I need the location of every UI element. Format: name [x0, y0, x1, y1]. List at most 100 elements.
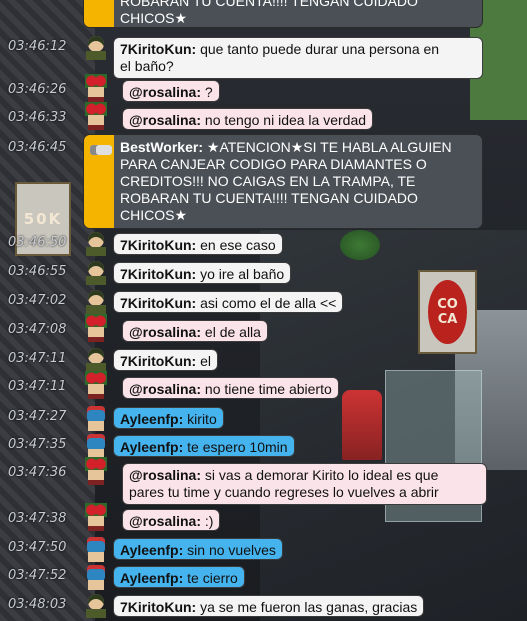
fragment-line1: ROBARAN TU CUENTA!!!! TENGAN CUIDADO	[120, 0, 418, 9]
chat-row[interactable]: 03:47:11 @rosalina: no tiene time abiert…	[0, 371, 527, 399]
message-text: asi como el de alla <<	[200, 295, 337, 311]
chat-bubble[interactable]: 7KiritoKun: en ese caso	[113, 233, 283, 255]
username[interactable]: 7KiritoKun:	[120, 353, 196, 369]
chat-bubble[interactable]: Ayleenfp: kirito	[113, 407, 224, 429]
username[interactable]: 7KiritoKun:	[120, 266, 196, 282]
message-text: sin no vuelves	[187, 542, 276, 558]
timestamp: 03:47:52	[8, 568, 67, 583]
message-text: ★ATENCION★SI TE HABLA ALGUIEN	[206, 139, 452, 155]
timestamp: 03:46:50	[8, 235, 67, 250]
avatar[interactable]	[82, 102, 110, 130]
chat-bubble[interactable]: Ayleenfp: sin no vuelves	[113, 538, 283, 560]
username[interactable]: @rosalina:	[129, 324, 201, 340]
chat-row[interactable]: 03:47:50 Ayleenfp: sin no vuelves	[0, 535, 527, 563]
message-text-3: CREDITOS!!! NO CAIGAS EN LA TRAMPA, TE	[120, 173, 416, 189]
avatar[interactable]	[82, 591, 110, 619]
avatar[interactable]	[82, 404, 110, 432]
username[interactable]: Ayleenfp:	[120, 411, 183, 427]
chat-bubble[interactable]: 7KiritoKun: asi como el de alla <<	[113, 291, 344, 313]
avatar[interactable]	[82, 535, 110, 563]
timestamp: 03:47:11	[8, 351, 67, 366]
message-text-2: pares tu time y cuando regreses lo vuelv…	[129, 484, 439, 500]
chat-bubble[interactable]: 7KiritoKun: que tanto puede durar una pe…	[113, 37, 483, 79]
chat-row[interactable]: 03:47:02 7KiritoKun: asi como el de alla…	[0, 290, 527, 314]
username[interactable]: BestWorker:	[120, 139, 203, 155]
message-text-5: CHICOS★	[120, 207, 187, 223]
avatar[interactable]	[82, 432, 110, 460]
chat-row[interactable]: 03:47:52 Ayleenfp: te cierro	[0, 563, 527, 591]
avatar[interactable]	[82, 345, 110, 373]
avatar[interactable]	[82, 33, 110, 61]
chat-row[interactable]: 03:47:36 @rosalina: si vas a demorar Kir…	[0, 457, 527, 505]
chat-bubble[interactable]: @rosalina: no tiene time abierto	[122, 377, 339, 399]
chat-bubble[interactable]: 7KiritoKun: ya se me fueron las ganas, g…	[113, 595, 425, 617]
avatar[interactable]	[82, 258, 110, 286]
chat-row[interactable]: 03:46:26 @rosalina: ?	[0, 74, 527, 102]
username[interactable]: @rosalina:	[129, 381, 201, 397]
avatar[interactable]	[82, 563, 110, 591]
timestamp: 03:46:55	[8, 264, 67, 279]
message-text-2: el baño?	[120, 58, 174, 74]
message-text: el de alla	[204, 324, 261, 340]
worker-icon	[88, 139, 114, 163]
avatar[interactable]	[82, 74, 110, 102]
message-text: no tiene time abierto	[204, 381, 332, 397]
message-text: te espero 10min	[187, 439, 288, 455]
message-text: no tengo ni idea la verdad	[204, 112, 367, 128]
username[interactable]: 7KiritoKun:	[120, 599, 196, 615]
chat-bubble[interactable]: Ayleenfp: te espero 10min	[113, 435, 295, 457]
username[interactable]: @rosalina:	[129, 84, 201, 100]
message-text: kirito	[187, 411, 217, 427]
username[interactable]: 7KiritoKun:	[120, 237, 196, 253]
username[interactable]: @rosalina:	[129, 467, 201, 483]
system-message[interactable]: BestWorker: ★ATENCION★SI TE HABLA ALGUIE…	[83, 134, 483, 229]
message-text: ?	[204, 84, 213, 100]
chat-row[interactable]: 03:46:33 @rosalina: no tengo ni idea la …	[0, 102, 527, 130]
fragment-line2: CHICOS★	[120, 10, 187, 26]
username[interactable]: @rosalina:	[129, 112, 201, 128]
chat-row[interactable]: 03:46:50 7KiritoKun: en ese caso	[0, 232, 527, 256]
username[interactable]: Ayleenfp:	[120, 439, 183, 455]
chat-row[interactable]: 03:46:12 7KiritoKun: que tanto puede dur…	[0, 36, 527, 79]
avatar[interactable]	[82, 503, 110, 531]
chat-row[interactable]: 03:47:27 Ayleenfp: kirito	[0, 404, 527, 432]
chat-bubble[interactable]: @rosalina: :)	[122, 509, 221, 531]
username[interactable]: Ayleenfp:	[120, 570, 183, 586]
avatar[interactable]	[82, 287, 110, 315]
timestamp: 03:47:36	[8, 465, 67, 480]
timestamp: 03:47:35	[8, 437, 67, 452]
timestamp: 03:47:38	[8, 511, 67, 526]
username[interactable]: @rosalina:	[129, 513, 201, 529]
chat-row[interactable]: 03:47:11 7KiritoKun: el	[0, 348, 527, 372]
avatar[interactable]	[82, 229, 110, 257]
chat-row[interactable]: 03:47:08 @rosalina: el de alla	[0, 314, 527, 342]
chat-bubble[interactable]: Ayleenfp: te cierro	[113, 566, 245, 588]
timestamp: 03:46:12	[8, 39, 67, 54]
message-text: :)	[204, 513, 214, 529]
message-text-4: ROBARAN TU CUENTA!!!! TENGAN CUIDADO	[120, 190, 418, 206]
message-text: el	[200, 353, 212, 369]
username[interactable]: Ayleenfp:	[120, 542, 183, 558]
chat-bubble[interactable]: @rosalina: ?	[122, 80, 220, 102]
system-message-fragment[interactable]: ROBARAN TU CUENTA!!!! TENGAN CUIDADO CHI…	[83, 0, 483, 28]
message-text: en ese caso	[200, 237, 276, 253]
timestamp: 03:47:08	[8, 322, 67, 337]
timestamp: 03:46:26	[8, 82, 67, 97]
chat-bubble[interactable]: @rosalina: el de alla	[122, 320, 268, 342]
chat-bubble[interactable]: 7KiritoKun: el	[113, 349, 219, 371]
avatar[interactable]	[82, 314, 110, 342]
username[interactable]: 7KiritoKun:	[120, 295, 196, 311]
chat-row[interactable]: 03:47:38 @rosalina: :)	[0, 503, 527, 531]
chat-bubble[interactable]: @rosalina: si vas a demorar Kirito lo id…	[122, 463, 487, 505]
avatar[interactable]	[82, 371, 110, 399]
chat-row[interactable]: 03:47:35 Ayleenfp: te espero 10min	[0, 432, 527, 460]
chat-row[interactable]: 03:46:55 7KiritoKun: yo ire al baño	[0, 261, 527, 285]
timestamp: 03:47:11	[8, 379, 67, 394]
username[interactable]: 7KiritoKun:	[120, 41, 196, 57]
chat-bubble[interactable]: 7KiritoKun: yo ire al baño	[113, 262, 292, 284]
message-text: yo ire al baño	[200, 266, 285, 282]
timestamp: 03:47:50	[8, 540, 67, 555]
chat-row[interactable]: 03:48:03 7KiritoKun: ya se me fueron las…	[0, 594, 527, 618]
chat-bubble[interactable]: @rosalina: no tengo ni idea la verdad	[122, 108, 374, 130]
avatar[interactable]	[82, 457, 110, 485]
